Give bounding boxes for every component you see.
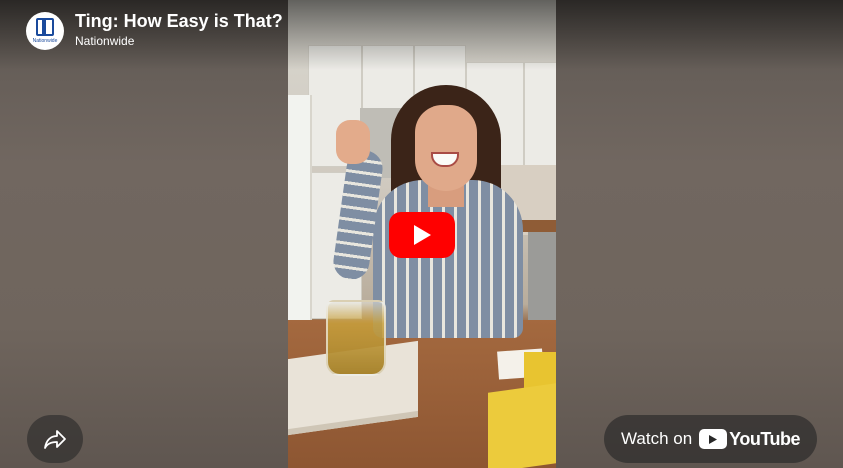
- kitchen-window: [288, 95, 312, 320]
- channel-avatar[interactable]: Nationwide: [26, 12, 64, 50]
- play-icon: [414, 225, 431, 245]
- tea-mug: [326, 300, 386, 376]
- counter-top: [518, 220, 556, 232]
- video-title[interactable]: Ting: How Easy is That?: [75, 11, 283, 32]
- person-hand: [336, 120, 370, 164]
- watch-on-youtube-button[interactable]: Watch on YouTube: [604, 415, 817, 463]
- blurred-backdrop-left: [0, 0, 288, 468]
- yellow-box: [488, 383, 556, 468]
- channel-name[interactable]: Nationwide: [75, 34, 134, 48]
- share-button[interactable]: [27, 415, 83, 463]
- person-face: [415, 105, 477, 191]
- video-player[interactable]: Nationwide Ting: How Easy is That? Natio…: [0, 0, 843, 468]
- youtube-logo: YouTube: [699, 429, 800, 450]
- blurred-backdrop-right: [556, 0, 843, 468]
- youtube-play-icon: [699, 429, 728, 449]
- avatar-wordmark: Nationwide: [32, 38, 58, 44]
- watch-on-label: Watch on: [620, 429, 693, 448]
- kitchen-cabinet: [524, 62, 556, 166]
- share-arrow-icon: [44, 430, 66, 449]
- youtube-wordmark: YouTube: [729, 428, 800, 449]
- nationwide-logo-icon: [36, 18, 54, 36]
- appliance: [528, 232, 556, 322]
- play-button[interactable]: [389, 212, 455, 258]
